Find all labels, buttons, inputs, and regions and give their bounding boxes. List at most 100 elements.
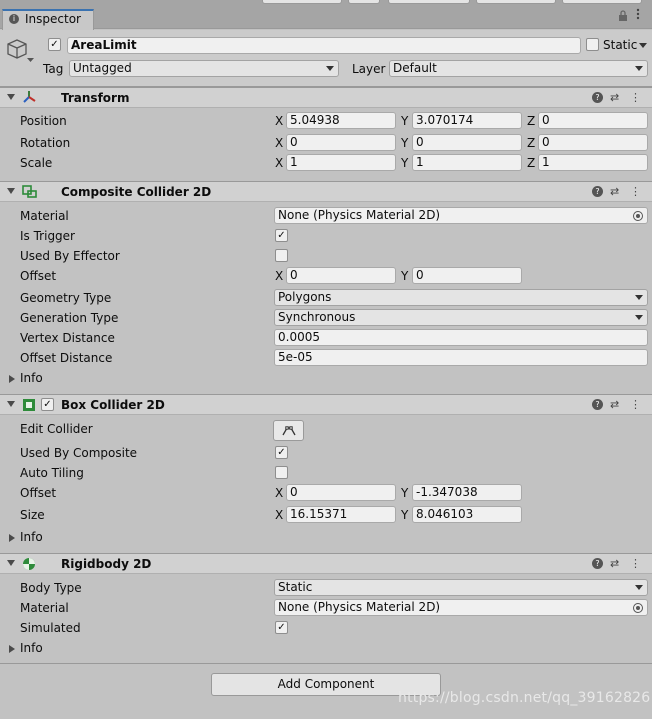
material-object-field[interactable]: None (Physics Material 2D) <box>274 599 648 616</box>
offset-x-field[interactable]: 0 <box>286 484 396 501</box>
kebab-menu-icon[interactable]: ⋮ <box>630 557 641 570</box>
is-trigger-checkbox[interactable]: ✓ <box>275 229 288 242</box>
used-by-composite-checkbox[interactable]: ✓ <box>275 446 288 459</box>
scale-z-field[interactable]: 1 <box>538 154 648 171</box>
help-icon[interactable]: ? <box>592 186 603 197</box>
gameobject-cube-icon[interactable] <box>7 38 35 67</box>
rotation-y-field[interactable]: 0 <box>412 134 522 151</box>
body-type-dropdown[interactable]: Static <box>274 579 648 596</box>
offset-y-field[interactable]: 0 <box>412 267 522 284</box>
info-foldout[interactable]: Info <box>20 641 43 655</box>
generation-type-dropdown[interactable]: Synchronous <box>274 309 648 326</box>
material-value: None (Physics Material 2D) <box>278 208 441 222</box>
preset-sliders-icon[interactable]: ⇄ <box>610 398 619 411</box>
info-foldout[interactable]: Info <box>20 530 43 544</box>
material-object-field[interactable]: None (Physics Material 2D) <box>274 207 648 224</box>
position-y-field[interactable]: 3.070174 <box>412 112 522 129</box>
geometry-type-dropdown[interactable]: Polygons <box>274 289 648 306</box>
transform-header[interactable]: Transform ? ⇄ ⋮ <box>0 87 652 108</box>
toolbar-button[interactable] <box>388 0 470 4</box>
kebab-menu-icon[interactable]: ⋮ <box>630 91 641 104</box>
simulated-checkbox[interactable]: ✓ <box>275 621 288 634</box>
position-z-field[interactable]: 0 <box>538 112 648 129</box>
vertex-distance-field[interactable]: 0.0005 <box>274 329 648 346</box>
scale-label: Scale <box>20 156 53 170</box>
preset-sliders-icon[interactable]: ⇄ <box>610 557 619 570</box>
geometry-type-label: Geometry Type <box>20 291 112 305</box>
size-y-field[interactable]: 8.046103 <box>412 506 522 523</box>
gameobject-active-checkbox[interactable]: ✓ <box>48 38 61 51</box>
rigidbody-icon <box>22 557 36 574</box>
kebab-menu-icon[interactable]: ⋮ <box>630 185 641 198</box>
box-collider-title: Box Collider 2D <box>61 398 165 412</box>
axis-y-label: Y <box>401 136 409 150</box>
auto-tiling-checkbox[interactable] <box>275 466 288 479</box>
lock-icon[interactable] <box>618 10 628 22</box>
gameobject-name-field[interactable]: AreaLimit <box>67 37 581 54</box>
geometry-type-value: Polygons <box>278 290 332 304</box>
toolbar-button[interactable] <box>348 0 380 4</box>
chevron-down-icon <box>326 66 334 71</box>
static-dropdown-arrow-icon[interactable] <box>639 43 647 48</box>
composite-collider-header[interactable]: Composite Collider 2D ? ⇄ ⋮ <box>0 181 652 202</box>
axis-x-label: X <box>275 114 284 128</box>
tag-dropdown[interactable]: Untagged <box>69 60 339 77</box>
help-icon[interactable]: ? <box>592 92 603 103</box>
rotation-label: Rotation <box>20 136 71 150</box>
material-value: None (Physics Material 2D) <box>278 600 441 614</box>
foldout-arrow-icon[interactable] <box>9 375 15 383</box>
position-label: Position <box>20 114 67 128</box>
toolbar-button[interactable] <box>562 0 642 4</box>
foldout-arrow-icon[interactable] <box>7 401 15 407</box>
offset-y-field[interactable]: -1.347038 <box>412 484 522 501</box>
edit-collider-label: Edit Collider <box>20 422 93 436</box>
rigidbody-header[interactable]: Rigidbody 2D ? ⇄ ⋮ <box>0 553 652 574</box>
object-picker-icon[interactable] <box>633 211 643 221</box>
component-header-icons: ? ⇄ ⋮ <box>592 557 642 571</box>
layer-dropdown[interactable]: Default <box>389 60 648 77</box>
auto-tiling-label: Auto Tiling <box>20 466 84 480</box>
toolbar-button[interactable] <box>262 0 342 4</box>
help-icon[interactable]: ? <box>592 558 603 569</box>
object-picker-icon[interactable] <box>633 603 643 613</box>
used-by-effector-label: Used By Effector <box>20 249 120 263</box>
foldout-arrow-icon[interactable] <box>7 94 15 100</box>
is-trigger-label: Is Trigger <box>20 229 75 243</box>
info-foldout[interactable]: Info <box>20 371 43 385</box>
chevron-down-icon <box>635 315 643 320</box>
offset-distance-field[interactable]: 5e-05 <box>274 349 648 366</box>
offset-label: Offset <box>20 269 57 283</box>
kebab-menu-icon[interactable] <box>636 8 644 22</box>
rigidbody-title: Rigidbody 2D <box>61 557 152 571</box>
preset-sliders-icon[interactable]: ⇄ <box>610 185 619 198</box>
scale-x-field[interactable]: 1 <box>286 154 396 171</box>
rotation-z-field[interactable]: 0 <box>538 134 648 151</box>
size-label: Size <box>20 508 45 522</box>
foldout-arrow-icon[interactable] <box>7 560 15 566</box>
help-icon[interactable]: ? <box>592 399 603 410</box>
toolbar-button[interactable] <box>476 0 556 4</box>
offset-label: Offset <box>20 486 57 500</box>
axis-y-label: Y <box>401 269 409 283</box>
static-label: Static <box>603 38 638 52</box>
edit-collider-button[interactable] <box>273 420 304 441</box>
offset-x-field[interactable]: 0 <box>286 267 396 284</box>
chevron-down-icon <box>635 585 643 590</box>
foldout-arrow-icon[interactable] <box>7 188 15 194</box>
scale-y-field[interactable]: 1 <box>412 154 522 171</box>
rotation-x-field[interactable]: 0 <box>286 134 396 151</box>
kebab-menu-icon[interactable]: ⋮ <box>630 398 641 411</box>
tab-bar: i Inspector <box>0 8 652 30</box>
foldout-arrow-icon[interactable] <box>9 534 15 542</box>
static-checkbox[interactable] <box>586 38 599 51</box>
box-collider-enabled-checkbox[interactable]: ✓ <box>41 398 54 411</box>
axis-x-label: X <box>275 486 284 500</box>
position-x-field[interactable]: 5.04938 <box>286 112 396 129</box>
box-collider-header[interactable]: ✓ Box Collider 2D ? ⇄ ⋮ <box>0 394 652 415</box>
used-by-effector-checkbox[interactable] <box>275 249 288 262</box>
preset-sliders-icon[interactable]: ⇄ <box>610 91 619 104</box>
axis-x-label: X <box>275 156 284 170</box>
size-x-field[interactable]: 16.15371 <box>286 506 396 523</box>
tab-inspector[interactable]: i Inspector <box>2 9 94 30</box>
foldout-arrow-icon[interactable] <box>9 645 15 653</box>
